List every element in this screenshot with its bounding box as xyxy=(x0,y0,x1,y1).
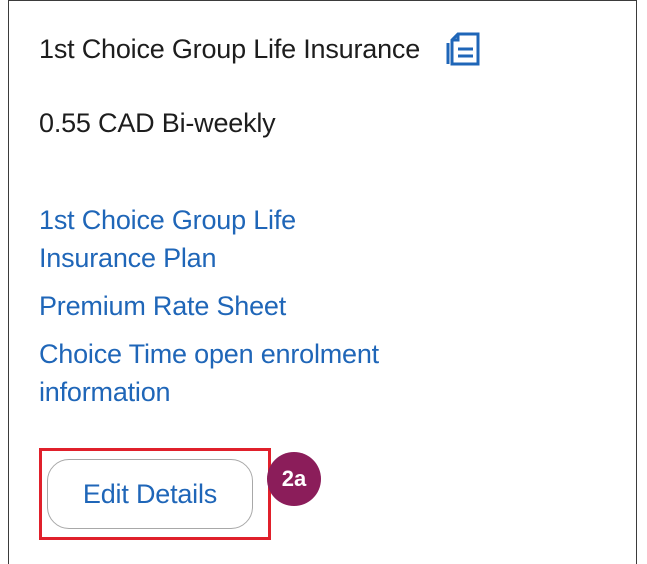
rate-sheet-link[interactable]: Premium Rate Sheet xyxy=(39,287,399,325)
title-row: 1st Choice Group Life Insurance xyxy=(39,31,484,67)
premium-cost: 0.55 CAD Bi-weekly xyxy=(39,108,276,138)
step-badge: 2a xyxy=(267,452,321,506)
edit-details-button[interactable]: Edit Details xyxy=(47,459,253,529)
benefit-title: 1st Choice Group Life Insurance xyxy=(39,33,421,64)
enrolment-info-link[interactable]: Choice Time open enrolment information xyxy=(39,335,399,411)
document-icon[interactable] xyxy=(444,31,484,67)
plan-link[interactable]: 1st Choice Group Life Insurance Plan xyxy=(39,201,399,277)
benefit-card: 1st Choice Group Life Insurance 0.55 CAD… xyxy=(8,0,637,564)
document-links: 1st Choice Group Life Insurance Plan Pre… xyxy=(39,201,399,421)
highlight-box: Edit Details xyxy=(39,448,271,540)
